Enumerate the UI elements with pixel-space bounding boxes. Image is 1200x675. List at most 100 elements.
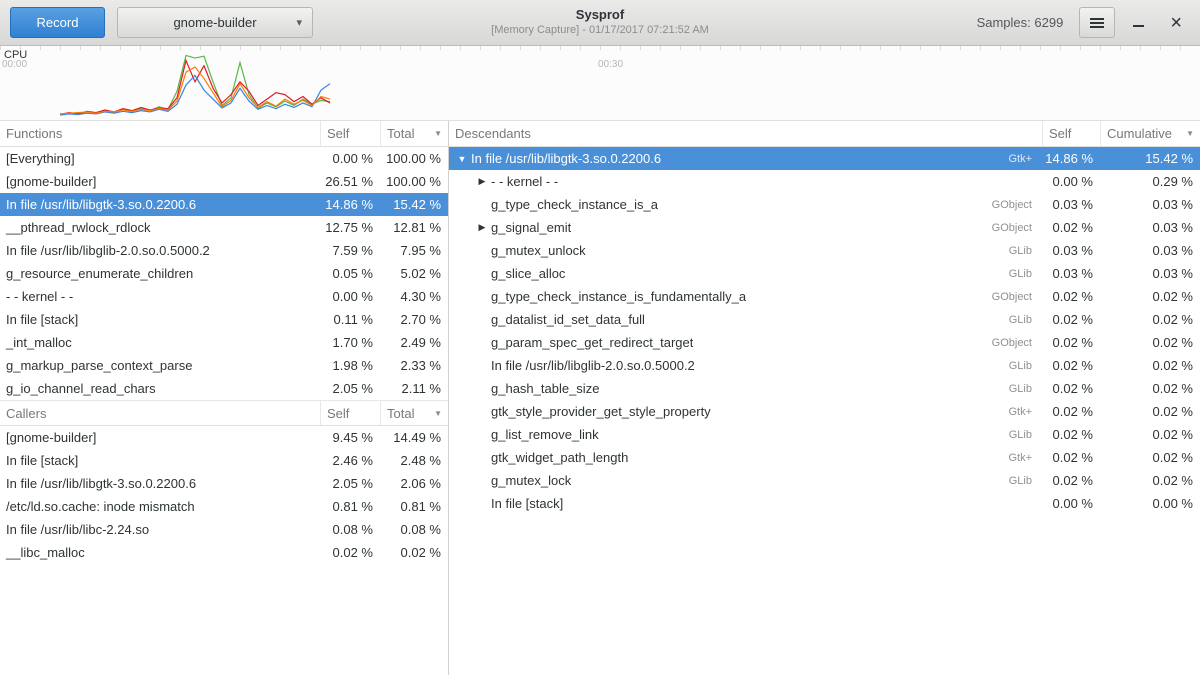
descendant-row[interactable]: In file [stack] 0.00 % 0.00 % — [449, 492, 1200, 515]
descendant-self-value: 0.03 % — [1042, 197, 1100, 212]
function-row[interactable]: _int_malloc 1.70 % 2.49 % — [0, 331, 448, 354]
caller-row[interactable]: In file /usr/lib/libc-2.24.so 0.08 % 0.0… — [0, 518, 448, 541]
function-row[interactable]: [gnome-builder] 26.51 % 100.00 % — [0, 170, 448, 193]
process-selector-dropdown[interactable]: gnome-builder ▾ — [117, 7, 313, 38]
descendant-cumulative-value: 0.02 % — [1100, 358, 1200, 373]
caller-name: /etc/ld.so.cache: inode mismatch — [0, 499, 320, 514]
function-name: g_markup_parse_context_parse — [0, 358, 320, 373]
descendant-row[interactable]: g_hash_table_size GLib 0.02 % 0.02 % — [449, 377, 1200, 400]
descendant-self-value: 14.86 % — [1042, 151, 1100, 166]
menu-button[interactable] — [1079, 7, 1115, 38]
record-button[interactable]: Record — [10, 7, 105, 38]
functions-self-column-header[interactable]: Self — [320, 121, 380, 146]
caller-name: [gnome-builder] — [0, 430, 320, 445]
function-row[interactable]: In file /usr/lib/libgtk-3.so.0.2200.6 14… — [0, 193, 448, 216]
descendant-cumulative-value: 0.02 % — [1100, 335, 1200, 350]
caller-self-value: 0.08 % — [320, 522, 380, 537]
caller-row[interactable]: In file /usr/lib/libgtk-3.so.0.2200.6 2.… — [0, 472, 448, 495]
sort-descending-icon: ▼ — [434, 129, 442, 138]
caller-row[interactable]: __libc_malloc 0.02 % 0.02 % — [0, 541, 448, 564]
descendant-row[interactable]: gtk_widget_path_length Gtk+ 0.02 % 0.02 … — [449, 446, 1200, 469]
cpu-timeline[interactable]: CPU 00:00 00:30 — [0, 46, 1200, 121]
descendant-name: In file [stack] — [491, 496, 563, 511]
descendant-name: - - kernel - - — [491, 174, 558, 189]
minimize-button[interactable] — [1133, 15, 1144, 30]
caller-name: __libc_malloc — [0, 545, 320, 560]
minimize-icon — [1133, 25, 1144, 27]
window-subtitle: [Memory Capture] - 01/17/2017 07:21:52 A… — [491, 24, 709, 36]
expander-icon[interactable]: ▶ — [475, 176, 489, 187]
callers-total-column-header[interactable]: Total ▼ — [380, 401, 448, 425]
function-total-value: 100.00 % — [380, 174, 448, 189]
descendants-cumulative-column-header[interactable]: Cumulative ▼ — [1100, 121, 1200, 146]
callers-column-header[interactable]: Callers — [0, 401, 320, 425]
caller-name: In file /usr/lib/libc-2.24.so — [0, 522, 320, 537]
function-row[interactable]: g_markup_parse_context_parse 1.98 % 2.33… — [0, 354, 448, 377]
function-total-value: 2.11 % — [380, 381, 448, 396]
descendant-row[interactable]: ▼ In file /usr/lib/libgtk-3.so.0.2200.6 … — [449, 147, 1200, 170]
caller-row[interactable]: [gnome-builder] 9.45 % 14.49 % — [0, 426, 448, 449]
descendant-row[interactable]: In file /usr/lib/libglib-2.0.so.0.5000.2… — [449, 354, 1200, 377]
descendant-name-cell: g_datalist_id_set_data_full GLib — [489, 312, 1042, 327]
caller-self-value: 2.46 % — [320, 453, 380, 468]
descendant-row[interactable]: gtk_style_provider_get_style_property Gt… — [449, 400, 1200, 423]
descendant-cumulative-value: 0.00 % — [1100, 496, 1200, 511]
descendant-row[interactable]: g_datalist_id_set_data_full GLib 0.02 % … — [449, 308, 1200, 331]
functions-header-row: Functions Self Total ▼ — [0, 121, 448, 147]
descendant-row[interactable]: g_type_check_instance_is_fundamentally_a… — [449, 285, 1200, 308]
descendant-cumulative-value: 0.02 % — [1100, 473, 1200, 488]
descendant-row[interactable]: ▶ - - kernel - - 0.00 % 0.29 % — [449, 170, 1200, 193]
callers-header-row: Callers Self Total ▼ — [0, 400, 448, 426]
expander-icon[interactable]: ▼ — [455, 154, 469, 164]
functions-total-column-header[interactable]: Total ▼ — [380, 121, 448, 146]
descendant-row[interactable]: ▶ g_signal_emit GObject 0.02 % 0.03 % — [449, 216, 1200, 239]
descendant-self-value: 0.02 % — [1042, 473, 1100, 488]
library-tag: GLib — [1001, 314, 1042, 326]
callers-self-column-header[interactable]: Self — [320, 401, 380, 425]
caller-self-value: 2.05 % — [320, 476, 380, 491]
library-tag: Gtk+ — [1000, 153, 1042, 165]
descendant-row[interactable]: g_list_remove_link GLib 0.02 % 0.02 % — [449, 423, 1200, 446]
function-row[interactable]: [Everything] 0.00 % 100.00 % — [0, 147, 448, 170]
descendant-row[interactable]: g_slice_alloc GLib 0.03 % 0.03 % — [449, 262, 1200, 285]
function-self-value: 0.00 % — [320, 151, 380, 166]
sort-descending-icon: ▼ — [1186, 129, 1194, 138]
function-row[interactable]: - - kernel - - 0.00 % 4.30 % — [0, 285, 448, 308]
descendant-row[interactable]: g_mutex_unlock GLib 0.03 % 0.03 % — [449, 239, 1200, 262]
descendant-name-cell: g_param_spec_get_redirect_target GObject — [489, 335, 1042, 350]
descendant-row[interactable]: g_mutex_lock GLib 0.02 % 0.02 % — [449, 469, 1200, 492]
descendant-name-cell: In file [stack] — [489, 496, 1042, 511]
function-row[interactable]: In file /usr/lib/libglib-2.0.so.0.5000.2… — [0, 239, 448, 262]
descendant-cumulative-value: 0.02 % — [1100, 427, 1200, 442]
descendant-row[interactable]: g_type_check_instance_is_a GObject 0.03 … — [449, 193, 1200, 216]
function-row[interactable]: In file [stack] 0.11 % 2.70 % — [0, 308, 448, 331]
descendant-row[interactable]: g_param_spec_get_redirect_target GObject… — [449, 331, 1200, 354]
descendant-self-value: 0.02 % — [1042, 404, 1100, 419]
functions-column-header[interactable]: Functions — [0, 121, 320, 146]
cpu-usage-chart — [0, 46, 1200, 120]
function-row[interactable]: g_io_channel_read_chars 2.05 % 2.11 % — [0, 377, 448, 400]
function-name: g_resource_enumerate_children — [0, 266, 320, 281]
library-tag: GLib — [1001, 245, 1042, 257]
descendants-column-header[interactable]: Descendants — [449, 121, 1042, 146]
function-row[interactable]: __pthread_rwlock_rdlock 12.75 % 12.81 % — [0, 216, 448, 239]
caller-row[interactable]: /etc/ld.so.cache: inode mismatch 0.81 % … — [0, 495, 448, 518]
descendant-name: g_mutex_lock — [491, 473, 571, 488]
caller-row[interactable]: In file [stack] 2.46 % 2.48 % — [0, 449, 448, 472]
expander-icon[interactable]: ▶ — [475, 222, 489, 233]
descendant-cumulative-value: 0.03 % — [1100, 243, 1200, 258]
descendant-self-value: 0.00 % — [1042, 496, 1100, 511]
close-button[interactable]: × — [1170, 15, 1182, 31]
function-self-value: 0.11 % — [320, 312, 380, 327]
descendant-cumulative-value: 0.03 % — [1100, 197, 1200, 212]
time-label-start: 00:00 — [2, 59, 27, 70]
function-self-value: 0.05 % — [320, 266, 380, 281]
function-name: In file /usr/lib/libgtk-3.so.0.2200.6 — [0, 197, 320, 212]
function-row[interactable]: g_resource_enumerate_children 0.05 % 5.0… — [0, 262, 448, 285]
function-total-value: 2.33 % — [380, 358, 448, 373]
descendant-name: g_mutex_unlock — [491, 243, 586, 258]
descendant-self-value: 0.02 % — [1042, 220, 1100, 235]
descendant-name: g_list_remove_link — [491, 427, 599, 442]
descendants-self-column-header[interactable]: Self — [1042, 121, 1100, 146]
descendant-self-value: 0.03 % — [1042, 243, 1100, 258]
